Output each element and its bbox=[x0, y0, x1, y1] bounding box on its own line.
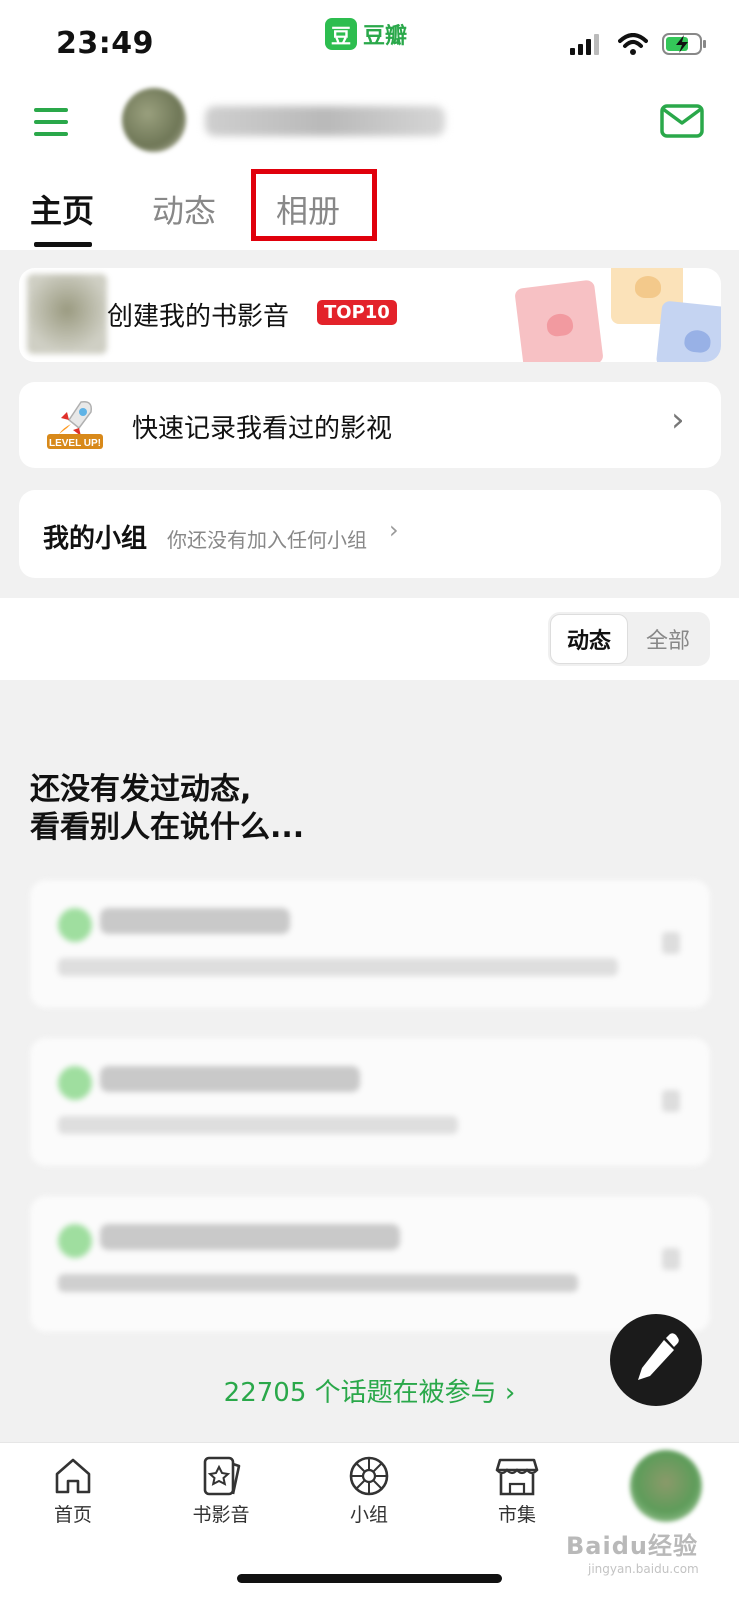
chevron-right-icon: › bbox=[671, 400, 685, 440]
recommended-topic-card[interactable] bbox=[30, 880, 710, 1008]
battery-charging-icon bbox=[662, 33, 706, 55]
cover-thumbnail bbox=[27, 274, 107, 354]
watermark-url: jingyan.baidu.com bbox=[588, 1562, 699, 1576]
watermark-logo: Baidu经验 bbox=[566, 1532, 698, 1560]
menu-icon[interactable] bbox=[34, 108, 68, 136]
quick-record-title: 快速记录我看过的影视 bbox=[132, 414, 393, 444]
tab-activity[interactable]: 动态 bbox=[152, 186, 216, 232]
status-time: 23:49 bbox=[56, 26, 154, 61]
chevron-right-icon: › bbox=[504, 1378, 516, 1408]
recommended-topic-card[interactable] bbox=[30, 1196, 710, 1332]
recommended-topic-card[interactable] bbox=[30, 1038, 710, 1166]
group-ball-icon bbox=[349, 1456, 389, 1496]
filter-all-button[interactable]: 全部 bbox=[628, 623, 708, 655]
create-top10-card[interactable]: 创建我的书影音 TOP10 bbox=[19, 268, 721, 362]
feed-filter-toggle: 动态 全部 bbox=[548, 612, 710, 666]
top10-card-title: 创建我的书影音 bbox=[107, 302, 290, 332]
decor-card-pink bbox=[514, 279, 604, 362]
chevron-right-icon: › bbox=[389, 516, 399, 544]
nav-groups[interactable]: 小组 bbox=[314, 1454, 424, 1527]
my-groups-title: 我的小组 bbox=[43, 524, 148, 554]
home-icon bbox=[55, 1458, 91, 1494]
mail-icon[interactable] bbox=[660, 104, 704, 138]
wifi-icon bbox=[618, 33, 648, 55]
decor-card-blue bbox=[655, 300, 721, 362]
star-card-icon bbox=[203, 1456, 241, 1496]
nav-books-movies-music[interactable]: 书影音 bbox=[166, 1454, 276, 1527]
store-icon bbox=[495, 1458, 539, 1496]
nav-groups-label: 小组 bbox=[349, 1504, 388, 1526]
top10-badge: TOP10 bbox=[317, 300, 397, 325]
back-to-app-chip[interactable]: 豆 豆瓣 bbox=[325, 18, 407, 50]
app-name: 豆瓣 bbox=[363, 24, 408, 49]
system-icons bbox=[570, 32, 708, 56]
svg-text:LEVEL UP!: LEVEL UP! bbox=[49, 438, 101, 449]
nav-home-label: 首页 bbox=[53, 1504, 92, 1526]
username-blurred bbox=[205, 106, 445, 136]
pen-icon bbox=[638, 1333, 679, 1380]
nav-home[interactable]: 首页 bbox=[18, 1454, 128, 1527]
nav-books-movies-music-label: 书影音 bbox=[192, 1504, 250, 1526]
my-groups-card[interactable]: 我的小组 你还没有加入任何小组 › bbox=[19, 490, 721, 578]
my-groups-subtitle: 你还没有加入任何小组 bbox=[167, 528, 367, 552]
compose-button[interactable] bbox=[610, 1314, 702, 1406]
douban-logo-icon: 豆 bbox=[325, 18, 357, 50]
empty-state-line2: 看看别人在说什么... bbox=[30, 810, 305, 845]
filter-activity-button[interactable]: 动态 bbox=[550, 614, 628, 664]
signal-icon bbox=[570, 34, 599, 55]
home-indicator[interactable] bbox=[237, 1574, 502, 1583]
tab-home[interactable]: 主页 bbox=[30, 186, 94, 232]
avatar[interactable] bbox=[122, 88, 186, 152]
nav-market[interactable]: 市集 bbox=[462, 1454, 572, 1527]
quick-record-card[interactable]: LEVEL UP! 快速记录我看过的影视 › bbox=[19, 382, 721, 468]
nav-market-label: 市集 bbox=[497, 1504, 536, 1526]
rocket-level-up-icon: LEVEL UP! bbox=[47, 400, 103, 449]
active-tab-indicator bbox=[34, 242, 92, 247]
annotation-highlight-box bbox=[251, 169, 377, 241]
nav-profile-avatar[interactable] bbox=[630, 1450, 702, 1522]
